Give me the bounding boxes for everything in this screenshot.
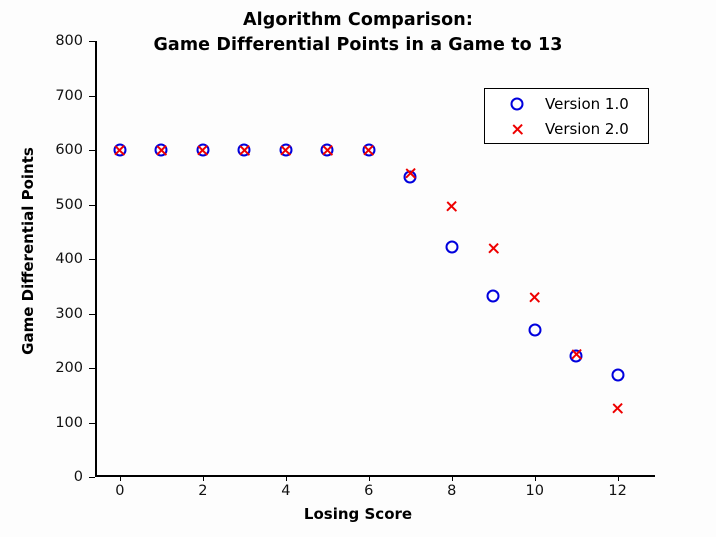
y-tick-label: 0 <box>73 469 83 485</box>
data-point-marker <box>237 143 251 157</box>
x-tick-label: 6 <box>364 483 374 499</box>
x-tick-label: 8 <box>447 483 457 499</box>
x-tick-mark <box>368 475 371 482</box>
x-tick-mark <box>534 475 537 482</box>
y-tick-label: 600 <box>55 142 83 158</box>
data-point-marker <box>362 143 376 157</box>
data-point-marker <box>445 200 458 213</box>
data-point-marker <box>196 143 210 157</box>
data-point-marker <box>569 349 583 363</box>
x-axis-line <box>95 475 655 477</box>
y-tick-mark <box>89 204 95 206</box>
data-point-marker <box>528 291 541 304</box>
data-point-marker <box>155 144 168 157</box>
legend-entry-version-2: Version 2.0 <box>485 116 648 142</box>
y-tick-mark <box>89 368 95 370</box>
chart-title-line-1: Algorithm Comparison: <box>243 10 473 30</box>
y-tick-mark <box>89 313 95 315</box>
data-point-marker <box>279 144 292 157</box>
y-tick-label: 700 <box>55 87 83 104</box>
data-point-marker <box>362 144 375 157</box>
y-tick-mark <box>89 95 95 97</box>
y-tick-mark <box>89 422 95 424</box>
x-tick-label: 4 <box>281 483 291 499</box>
x-tick-mark <box>202 475 205 482</box>
data-point-marker <box>113 143 127 157</box>
x-tick-label: 2 <box>198 483 208 499</box>
data-point-marker <box>320 143 334 157</box>
y-axis-line <box>95 41 97 477</box>
data-point-marker <box>611 368 625 382</box>
data-point-marker <box>196 144 209 157</box>
x-axis-label: Losing Score <box>303 505 413 523</box>
x-tick-mark <box>451 475 454 482</box>
data-point-marker <box>570 348 583 361</box>
legend-box: Version 1.0 Version 2.0 <box>484 88 649 144</box>
data-point-marker <box>611 402 624 415</box>
y-tick-label: 100 <box>55 414 83 431</box>
data-point-marker <box>403 170 417 184</box>
y-tick-label: 400 <box>55 251 83 267</box>
data-point-marker <box>238 144 251 157</box>
x-tick-label: 10 <box>525 483 544 499</box>
data-point-marker <box>154 143 168 157</box>
y-tick-mark <box>89 150 95 152</box>
x-tick-mark <box>285 475 288 482</box>
y-tick-mark <box>89 259 95 261</box>
x-tick-mark <box>119 475 122 482</box>
data-point-marker <box>487 242 500 255</box>
y-tick-mark <box>89 477 95 479</box>
data-point-marker <box>486 289 500 302</box>
legend-entry-version-1: Version 1.0 <box>485 91 648 117</box>
y-axis-label: Game Differential Points <box>19 147 37 355</box>
x-tick-label: 0 <box>115 483 125 499</box>
data-point-marker <box>279 143 293 157</box>
y-tick-label: 500 <box>55 196 83 213</box>
data-point-marker <box>113 144 126 157</box>
y-tick-mark <box>89 41 95 43</box>
y-tick-label: 300 <box>55 305 83 322</box>
legend-label-version-1: Version 1.0 <box>545 95 629 113</box>
y-tick-label: 200 <box>55 360 83 376</box>
y-tick-label: 800 <box>55 33 83 49</box>
data-point-marker <box>445 240 459 254</box>
data-point-marker <box>321 144 334 157</box>
chart-figure: Algorithm Comparison: Game Differential … <box>0 0 716 537</box>
legend-label-version-2: Version 2.0 <box>545 120 629 138</box>
x-tick-mark <box>617 475 620 482</box>
x-tick-label: 12 <box>608 483 627 499</box>
data-point-marker <box>404 167 417 180</box>
data-point-marker <box>528 323 542 337</box>
